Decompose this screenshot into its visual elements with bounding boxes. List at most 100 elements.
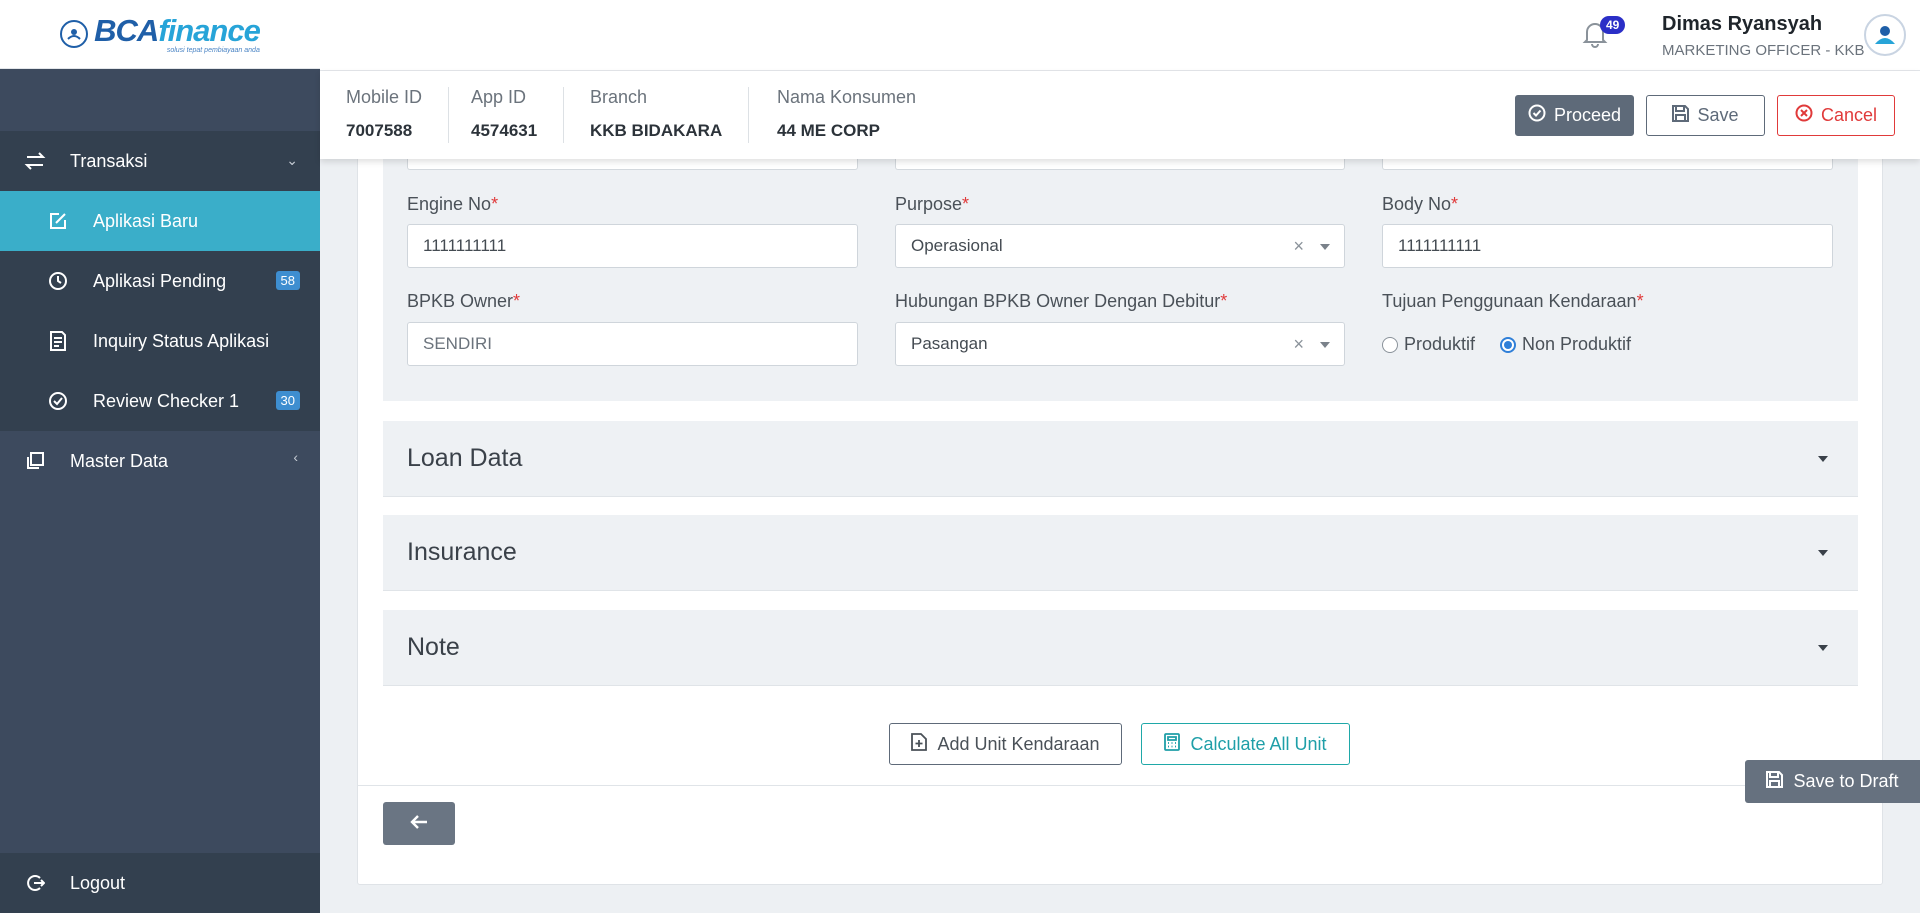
top-bar: 49 Dimas Ryansyah MARKETING OFFICER - KK… — [320, 0, 1920, 71]
sidebar-item-inquiry-status[interactable]: Inquiry Status Aplikasi — [0, 311, 320, 371]
bpkb-owner-label: BPKB Owner* — [407, 291, 521, 311]
clear-icon[interactable]: × — [1293, 236, 1304, 257]
add-unit-kendaraan-button[interactable]: Add Unit Kendaraan — [889, 723, 1122, 765]
proceed-label: Proceed — [1553, 105, 1622, 125]
radio-button[interactable] — [1382, 336, 1398, 353]
caret-down-icon — [1818, 550, 1828, 556]
user-name: Dimas Ryansyah — [1662, 13, 1823, 35]
chevron-left-icon: ‹ — [293, 449, 298, 465]
sidebar-item-label: Aplikasi Baru — [93, 210, 199, 231]
body-no-label: Body No* — [1382, 194, 1459, 214]
sidebar-item-label: Review Checker 1 — [93, 390, 240, 411]
arrow-left-icon — [410, 814, 428, 833]
sidebar-group-label: Transaksi — [70, 150, 148, 171]
logo-text-bca: BCA — [94, 12, 159, 48]
info-label: Mobile ID — [346, 87, 423, 107]
logo-area[interactable]: BCAfinance solusi tepat pembiayaan anda — [0, 0, 320, 69]
radio-non-produktif[interactable]: Non Produktif — [1500, 334, 1631, 355]
tujuan-label: Tujuan Penggunaan Kendaraan* — [1382, 291, 1644, 311]
info-app-id: App ID 4574631 — [471, 87, 565, 143]
avatar[interactable] — [1864, 14, 1906, 56]
application-info-bar: Mobile ID 7007588 App ID 4574631 Branch … — [320, 71, 1920, 159]
info-value: 7007588 — [346, 121, 413, 140]
document-icon — [46, 329, 70, 353]
section-title: Insurance — [407, 538, 517, 566]
cancel-label: Cancel — [1820, 105, 1878, 125]
sidebar-group-transaksi[interactable]: Transaksi ⌄ — [0, 131, 320, 191]
caret-down-icon[interactable] — [1320, 244, 1330, 250]
sidebar-group-label: Master Data — [70, 450, 169, 471]
calculator-icon — [1164, 732, 1181, 756]
info-value: 4574631 — [471, 121, 538, 140]
hubungan-label: Hubungan BPKB Owner Dengan Debitur* — [895, 291, 1228, 311]
sidebar-nav: Transaksi ⌄ Aplikasi Baru Aplikasi Pendi… — [0, 131, 320, 491]
transfer-icon — [22, 148, 48, 174]
section-note[interactable]: Note — [383, 610, 1858, 686]
info-value: 44 ME CORP — [777, 121, 880, 140]
proceed-button[interactable]: Proceed — [1515, 95, 1634, 136]
save-to-draft-button[interactable]: Save to Draft — [1745, 760, 1920, 803]
radio-produktif[interactable]: Produktif — [1382, 334, 1475, 355]
user-role: MARKETING OFFICER - KKB — [1662, 42, 1865, 59]
add-unit-label: Add Unit Kendaraan — [937, 733, 1100, 754]
review-count-badge: 30 — [275, 391, 300, 410]
save-label: Save — [1697, 105, 1739, 125]
info-value: KKB BIDAKARA — [590, 121, 723, 140]
caret-down-icon — [1818, 645, 1828, 651]
close-circle-icon — [1795, 104, 1813, 127]
calculate-all-unit-button[interactable]: Calculate All Unit — [1141, 723, 1350, 765]
purpose-selected-value: Operasional — [911, 236, 1003, 255]
logout-button[interactable]: Logout — [0, 853, 320, 913]
chevron-down-icon: ⌄ — [286, 152, 298, 168]
radio-button-selected[interactable] — [1500, 336, 1516, 353]
info-label: Nama Konsumen — [777, 87, 917, 107]
bca-emblem-icon — [60, 20, 89, 48]
notification-count-badge: 49 — [1600, 16, 1626, 34]
sidebar-item-label: Aplikasi Pending — [93, 270, 227, 291]
radio-label: Non Produktif — [1522, 334, 1632, 354]
hubungan-select[interactable]: Pasangan × — [895, 322, 1345, 366]
caret-down-icon[interactable] — [1320, 342, 1330, 348]
cancel-button[interactable]: Cancel — [1777, 95, 1895, 136]
purpose-label: Purpose* — [895, 194, 970, 214]
sidebar-item-review-checker[interactable]: Review Checker 1 30 — [0, 371, 320, 431]
purpose-select[interactable]: Operasional × — [895, 224, 1345, 268]
check-circle-icon — [46, 389, 70, 413]
back-button[interactable] — [383, 802, 455, 845]
pending-count-badge: 58 — [275, 271, 300, 290]
logout-icon — [22, 870, 48, 896]
edit-icon — [46, 209, 70, 233]
radio-label: Produktif — [1404, 334, 1476, 354]
info-label: App ID — [471, 87, 527, 107]
section-loan-data[interactable]: Loan Data — [383, 421, 1858, 497]
section-title: Loan Data — [407, 444, 523, 472]
save-button[interactable]: Save — [1646, 95, 1765, 136]
hubungan-selected-value: Pasangan — [911, 334, 988, 353]
info-label: Branch — [590, 87, 648, 107]
sidebar-item-aplikasi-pending[interactable]: Aplikasi Pending 58 — [0, 251, 320, 311]
sidebar-group-master-data[interactable]: Master Data ‹ — [0, 431, 320, 491]
floppy-disk-icon — [1672, 104, 1690, 127]
add-document-icon — [911, 732, 928, 756]
info-nama-konsumen: Nama Konsumen 44 ME CORP — [777, 87, 942, 143]
section-title: Note — [407, 633, 460, 661]
floppy-disk-icon — [1766, 770, 1784, 793]
calculate-label: Calculate All Unit — [1190, 733, 1327, 754]
bca-finance-logo: BCAfinance solusi tepat pembiayaan anda — [60, 12, 261, 54]
copy-icon — [22, 448, 48, 474]
clear-icon[interactable]: × — [1293, 334, 1304, 355]
info-mobile-id: Mobile ID 7007588 — [346, 87, 450, 143]
info-branch: Branch KKB BIDAKARA — [590, 87, 750, 143]
sidebar: BCAfinance solusi tepat pembiayaan anda … — [0, 0, 320, 913]
bpkb-owner-input[interactable]: SENDIRI — [407, 322, 858, 366]
engine-no-input[interactable]: 1111111111 — [407, 224, 858, 268]
engine-no-label: Engine No* — [407, 194, 499, 214]
section-insurance[interactable]: Insurance — [383, 515, 1858, 591]
caret-down-icon — [1818, 456, 1828, 462]
logo-text-finance: finance — [158, 12, 261, 48]
save-to-draft-label: Save to Draft — [1793, 771, 1899, 791]
sidebar-item-aplikasi-baru[interactable]: Aplikasi Baru — [0, 191, 320, 251]
body-no-input[interactable]: 1111111111 — [1382, 224, 1833, 268]
sidebar-item-label: Inquiry Status Aplikasi — [93, 330, 270, 351]
divider — [357, 785, 1883, 786]
